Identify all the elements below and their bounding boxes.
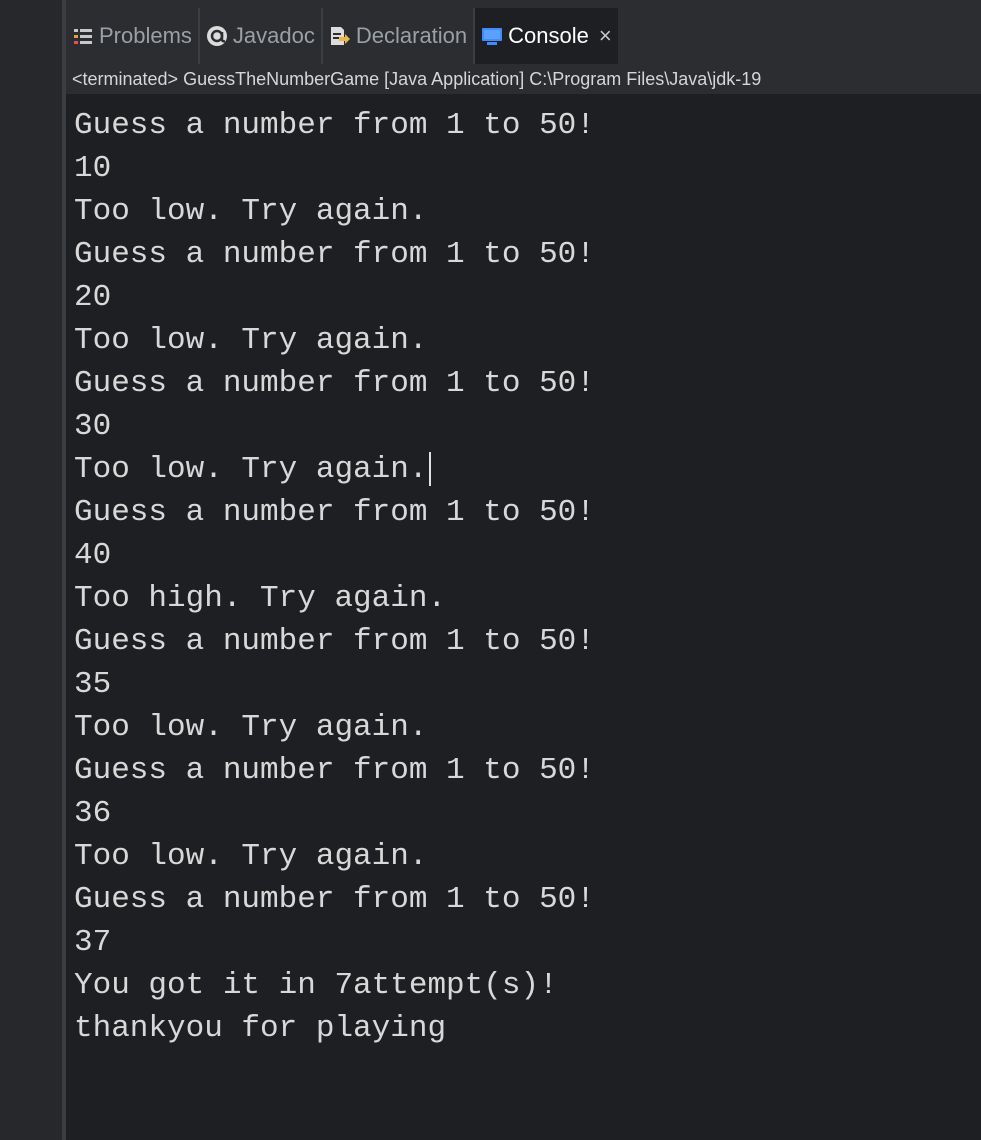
text-caret (429, 451, 432, 486)
console-line: thankyou for playing (74, 1007, 981, 1050)
console-line: 30 (74, 405, 981, 448)
console-line: Too low. Try again. (74, 835, 981, 878)
console-line-text: Too low. Try again. (74, 194, 428, 229)
console-line-text: Guess a number from 1 to 50! (74, 366, 595, 401)
console-line-text: 37 (74, 925, 112, 960)
process-status: <terminated> GuessTheNumberGame [Java Ap… (66, 64, 981, 94)
console-line-text: 36 (74, 796, 112, 831)
console-line-text: Guess a number from 1 to 50! (74, 495, 595, 530)
tab-label: Declaration (355, 23, 468, 48)
declaration-icon (329, 25, 351, 47)
console-line: You got it in 7attempt(s)! (74, 964, 981, 1007)
console-icon (481, 25, 503, 47)
left-gutter (0, 0, 62, 1140)
console-line-text: 40 (74, 538, 112, 573)
console-line-text: Guess a number from 1 to 50! (74, 108, 595, 143)
console-line-text: Too low. Try again. (74, 710, 428, 745)
console-line: Too high. Try again. (74, 577, 981, 620)
top-strip (66, 0, 981, 8)
tab-javadoc[interactable]: Javadoc (200, 8, 323, 64)
console-line: Guess a number from 1 to 50! (74, 878, 981, 921)
console-line: Too low. Try again. (74, 319, 981, 362)
view-tab-bar: Problems Javadoc Declaration Console × (66, 8, 981, 64)
console-line-text: Too low. Try again. (74, 323, 428, 358)
console-line-text: Guess a number from 1 to 50! (74, 882, 595, 917)
console-line: Guess a number from 1 to 50! (74, 233, 981, 276)
console-output[interactable]: Guess a number from 1 to 50! 10 Too low. T… (66, 94, 981, 1140)
console-view: Problems Javadoc Declaration Console × <… (66, 8, 981, 1140)
ide-window: Problems Javadoc Declaration Console × <… (0, 0, 981, 1140)
console-line-text: 35 (74, 667, 112, 702)
console-line-text: Too low. Try again. (74, 839, 428, 874)
console-line: 40 (74, 534, 981, 577)
console-line: Guess a number from 1 to 50! (74, 104, 981, 147)
console-line-text: 30 (74, 409, 112, 444)
console-line: Too low. Try again. (74, 448, 981, 491)
console-line: 35 (74, 663, 981, 706)
console-line-text: 10 (74, 151, 112, 186)
console-line-text: Guess a number from 1 to 50! (74, 753, 595, 788)
problems-icon (72, 25, 94, 47)
console-line: 20 (74, 276, 981, 319)
console-line: 36 (74, 792, 981, 835)
console-line: Guess a number from 1 to 50! (74, 749, 981, 792)
close-icon[interactable]: × (599, 23, 612, 49)
console-line-text: thankyou for playing (74, 1011, 447, 1046)
console-line-text: Too low. Try again. (74, 452, 428, 487)
console-line: Too low. Try again. (74, 190, 981, 233)
console-line-text: Guess a number from 1 to 50! (74, 624, 595, 659)
console-line-text: Too high. Try again. (74, 581, 447, 616)
tab-declaration[interactable]: Declaration (323, 8, 476, 64)
console-line: 37 (74, 921, 981, 964)
console-line-text: 20 (74, 280, 112, 315)
console-line: Guess a number from 1 to 50! (74, 362, 981, 405)
console-line-text: You got it in 7attempt(s)! (74, 968, 558, 1003)
console-line-text: Guess a number from 1 to 50! (74, 237, 595, 272)
tab-console[interactable]: Console × (475, 8, 618, 64)
console-line: Guess a number from 1 to 50! (74, 620, 981, 663)
console-line: 10 (74, 147, 981, 190)
console-line: Guess a number from 1 to 50! (74, 491, 981, 534)
console-line: Too low. Try again. (74, 706, 981, 749)
tab-label: Console (508, 23, 589, 48)
tab-problems[interactable]: Problems (66, 8, 200, 64)
tab-label: Problems (99, 23, 192, 48)
tab-label: Javadoc (232, 23, 315, 48)
javadoc-icon (206, 25, 228, 47)
